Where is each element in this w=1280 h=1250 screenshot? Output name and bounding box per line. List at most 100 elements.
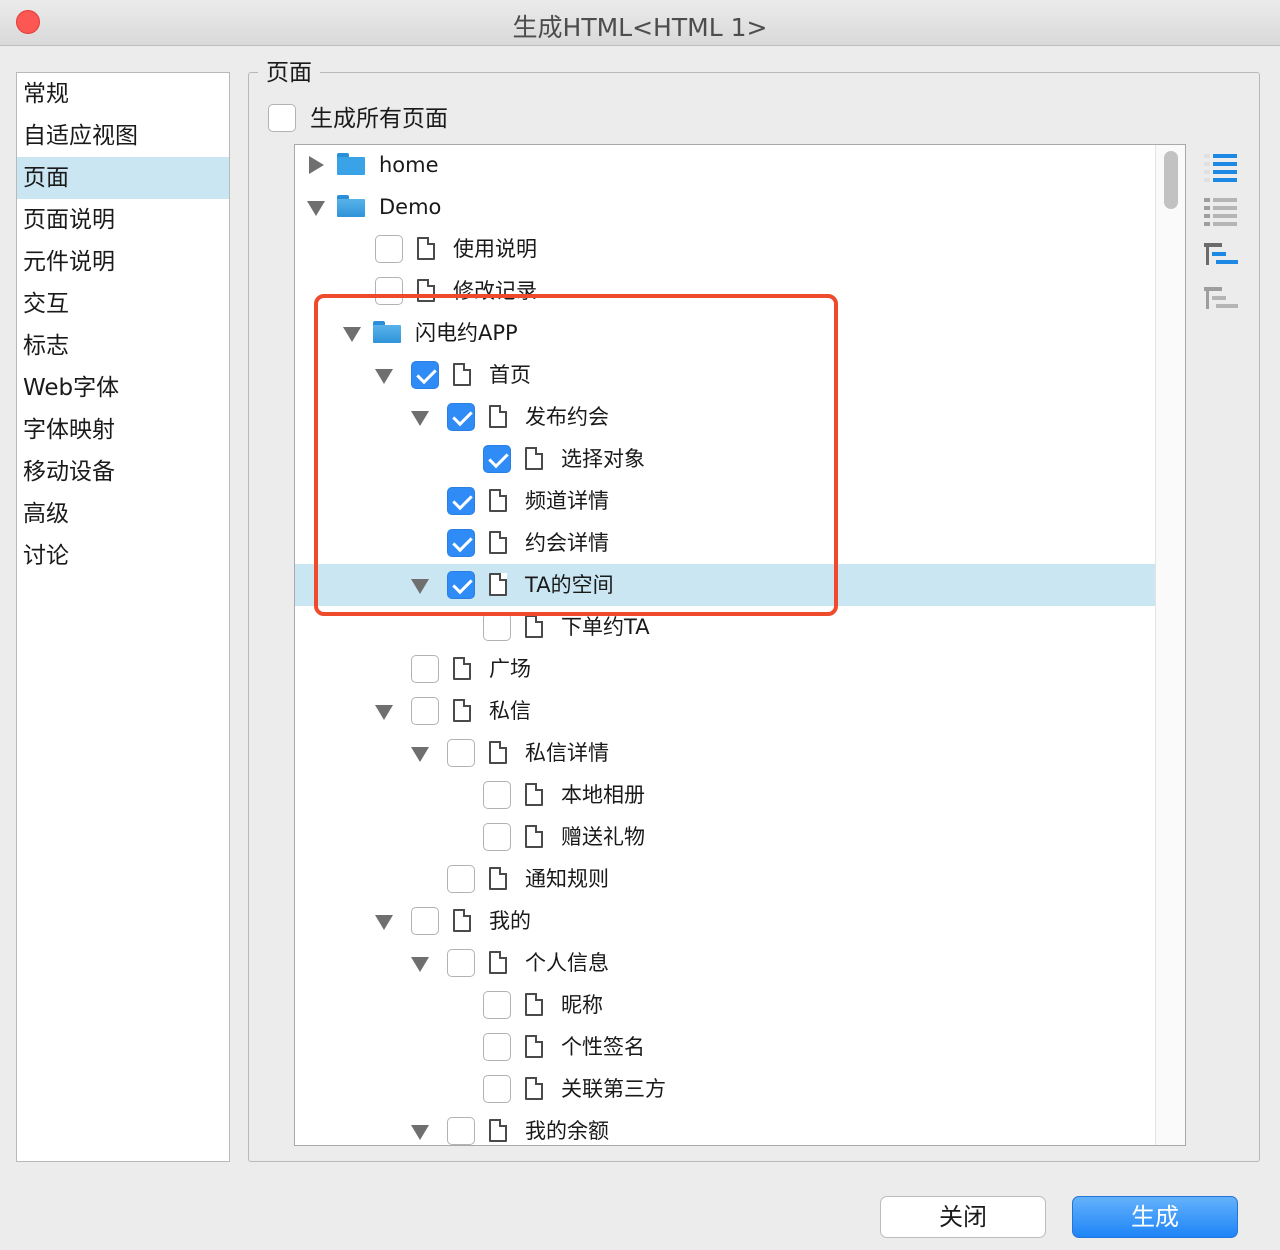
close-button[interactable]: 关闭 [880,1196,1046,1238]
page-checkbox[interactable] [447,403,475,431]
tree-page-row[interactable]: 个人信息 [295,942,1155,984]
collapse-arrow-icon[interactable] [309,156,324,174]
tree-item-label: 我的余额 [525,1119,609,1143]
tree-page-row[interactable]: 约会详情 [295,522,1155,564]
expand-arrow-icon[interactable] [411,747,429,762]
scrollbar[interactable] [1155,145,1185,1145]
expand-arrow-icon[interactable] [375,915,393,930]
tree-page-row[interactable]: 发布约会 [295,396,1155,438]
page-checkbox[interactable] [411,907,439,935]
tree-page-row[interactable]: 下单约TA [295,606,1155,648]
tree-item-label: 昵称 [561,993,603,1017]
page-icon [453,909,471,932]
expand-arrow-icon[interactable] [375,369,393,384]
page-checkbox[interactable] [447,739,475,767]
tree-page-row[interactable]: 广场 [295,648,1155,690]
page-checkbox[interactable] [411,655,439,683]
sidebar-item[interactable]: 页面说明 [17,199,229,241]
sidebar-item[interactable]: 字体映射 [17,409,229,451]
page-checkbox[interactable] [483,781,511,809]
page-checkbox[interactable] [483,613,511,641]
sidebar-item[interactable]: 移动设备 [17,451,229,493]
tree-item-label: 我的 [489,909,531,933]
tree-page-row[interactable]: 我的 [295,900,1155,942]
page-icon [489,741,507,764]
page-checkbox[interactable] [483,1075,511,1103]
tree-item-label: 私信详情 [525,741,609,765]
page-icon [417,237,435,260]
page-checkbox[interactable] [447,529,475,557]
sidebar-item[interactable]: 讨论 [17,535,229,577]
tree-page-row[interactable]: 使用说明 [295,228,1155,270]
page-icon [525,993,543,1016]
sidebar-item[interactable]: 标志 [17,325,229,367]
tree-page-row[interactable]: 频道详情 [295,480,1155,522]
page-checkbox[interactable] [375,277,403,305]
tree-folder-row[interactable]: home [295,145,1155,186]
tree-item-label: 约会详情 [525,531,609,555]
title-bar: 生成HTML<HTML 1> [0,0,1280,46]
page-icon [489,951,507,974]
tree-page-row[interactable]: 我的余额 [295,1110,1155,1145]
tree-folder-row[interactable]: Demo [295,186,1155,228]
page-checkbox[interactable] [483,823,511,851]
sidebar-item[interactable]: 高级 [17,493,229,535]
tree-item-label: 个性签名 [561,1035,645,1059]
generate-all-checkbox[interactable] [268,104,296,132]
sidebar-item[interactable]: 页面 [17,157,229,199]
tree-page-row[interactable]: 昵称 [295,984,1155,1026]
folder-icon [337,195,365,217]
check-children-icon[interactable] [1204,240,1238,270]
tree-item-label: 关联第三方 [561,1077,666,1101]
sidebar: 常规 自适应视图 页面 页面说明 元件说明 交互 标志 Web字体 字体映射 移动设备 高级 讨论 [16,72,230,1162]
tree-item-label: 闪电约APP [415,321,518,345]
page-checkbox[interactable] [447,1117,475,1145]
page-checkbox[interactable] [447,865,475,893]
sidebar-item[interactable]: 常规 [17,73,229,115]
page-checkbox[interactable] [447,571,475,599]
tree-page-row[interactable]: 赠送礼物 [295,816,1155,858]
expand-arrow-icon[interactable] [375,705,393,720]
tree-page-row[interactable]: 选择对象 [295,438,1155,480]
page-checkbox[interactable] [447,949,475,977]
window-title: 生成HTML<HTML 1> [512,13,768,42]
expand-arrow-icon[interactable] [411,411,429,426]
generate-button[interactable]: 生成 [1072,1196,1238,1238]
folder-icon [373,321,401,343]
page-icon [453,699,471,722]
check-all-icon[interactable] [1204,152,1238,182]
page-icon [525,825,543,848]
uncheck-all-icon[interactable] [1204,196,1238,226]
expand-arrow-icon[interactable] [411,579,429,594]
uncheck-children-icon[interactable] [1204,284,1238,314]
page-checkbox[interactable] [483,1033,511,1061]
tree-page-row[interactable]: 关联第三方 [295,1068,1155,1110]
folder-icon [337,153,365,175]
tree-page-row[interactable]: 个性签名 [295,1026,1155,1068]
sidebar-item[interactable]: Web字体 [17,367,229,409]
tree-page-row[interactable]: 本地相册 [295,774,1155,816]
sidebar-item[interactable]: 元件说明 [17,241,229,283]
sidebar-item[interactable]: 交互 [17,283,229,325]
tree-page-row[interactable]: 修改记录 [295,270,1155,312]
page-checkbox[interactable] [447,487,475,515]
page-checkbox[interactable] [411,361,439,389]
tree-page-row[interactable]: 私信详情 [295,732,1155,774]
page-checkbox[interactable] [483,445,511,473]
expand-arrow-icon[interactable] [411,1125,429,1140]
expand-arrow-icon[interactable] [307,201,325,216]
page-checkbox[interactable] [375,235,403,263]
tree-page-row[interactable]: 私信 [295,690,1155,732]
page-checkbox[interactable] [483,991,511,1019]
tree-page-row[interactable]: 首页 [295,354,1155,396]
tree-item-label: 首页 [489,363,531,387]
expand-arrow-icon[interactable] [343,327,361,342]
expand-arrow-icon[interactable] [411,957,429,972]
tree-folder-row[interactable]: 闪电约APP [295,312,1155,354]
page-checkbox[interactable] [411,697,439,725]
scrollbar-thumb[interactable] [1164,151,1178,209]
sidebar-item[interactable]: 自适应视图 [17,115,229,157]
tree-page-row[interactable]: TA的空间 [295,564,1155,606]
page-icon [525,447,543,470]
tree-page-row[interactable]: 通知规则 [295,858,1155,900]
